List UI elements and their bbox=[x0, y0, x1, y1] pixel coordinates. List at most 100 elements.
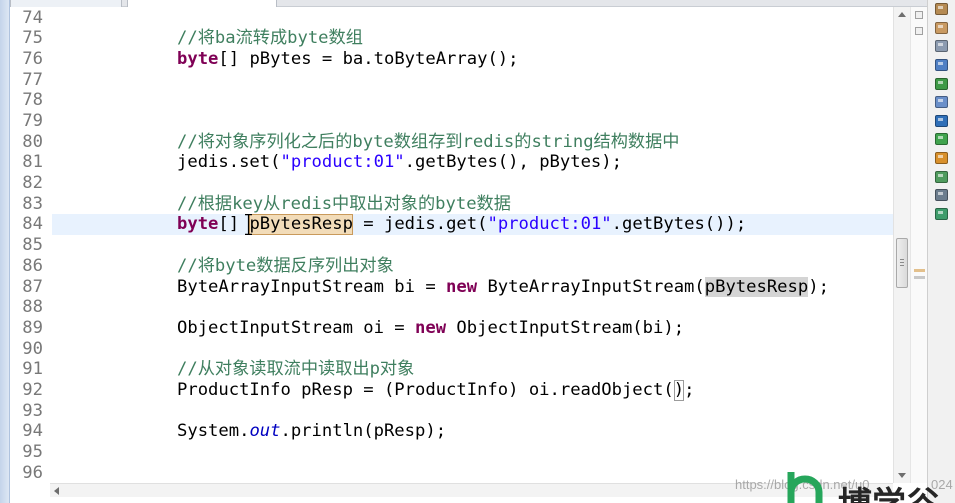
editor-tab-bar bbox=[10, 0, 927, 7]
gear-icon[interactable] bbox=[929, 167, 955, 186]
code-token: //将对象序列化之后的byte数组存到redis的string结构数据中 bbox=[177, 131, 680, 152]
outline-icon[interactable] bbox=[929, 37, 955, 56]
line-number: 96 bbox=[22, 462, 43, 483]
wrench-icon-glyph bbox=[935, 152, 948, 165]
mouse-ibeam-cursor bbox=[245, 214, 252, 235]
code-token: .getBytes(), pBytes); bbox=[404, 152, 622, 173]
line-number: 80 bbox=[22, 131, 43, 152]
code-token: ProductInfo pResp = (ProductInfo) oi.rea… bbox=[177, 379, 674, 400]
code-line[interactable]: System.out.println(pResp); bbox=[52, 421, 893, 442]
scroll-down-arrow-icon[interactable] bbox=[894, 467, 910, 483]
current-code-line[interactable]: byte[] pBytesResp = jedis.get("product:0… bbox=[52, 214, 893, 236]
side-view-toolbar bbox=[927, 0, 955, 503]
navigator-icon[interactable] bbox=[929, 19, 955, 38]
console-icon[interactable] bbox=[929, 112, 955, 131]
code-token: ByteArrayInputStream( bbox=[477, 276, 705, 297]
code-token: new bbox=[415, 317, 447, 338]
code-line[interactable]: //从对象读取流中读取出p对象 bbox=[52, 359, 893, 380]
editor-tab[interactable] bbox=[10, 0, 122, 7]
image-icon-glyph bbox=[935, 96, 948, 109]
vertical-scrollbar[interactable] bbox=[893, 7, 910, 483]
servers-icon[interactable] bbox=[929, 130, 955, 149]
code-token: "product:01" bbox=[280, 152, 405, 173]
line-number: 83 bbox=[22, 193, 43, 214]
code-token: jedis.set( bbox=[177, 152, 281, 173]
code-line[interactable] bbox=[52, 70, 893, 91]
occurrence-highlight: pBytesResp bbox=[704, 276, 809, 298]
overview-ruler[interactable] bbox=[910, 7, 927, 483]
deploy-icon-glyph bbox=[935, 207, 948, 220]
line-number: 81 bbox=[22, 152, 43, 173]
console-icon-glyph bbox=[935, 114, 948, 127]
code-line[interactable]: jedis.set("product:01".getBytes(), pByte… bbox=[52, 152, 893, 173]
code-line[interactable]: ObjectInputStream oi = new ObjectInputSt… bbox=[52, 318, 893, 339]
code-token: .println(pResp); bbox=[280, 421, 447, 442]
brand-logo-text: 博学谷 bbox=[838, 485, 953, 503]
deploy-icon[interactable] bbox=[929, 205, 955, 224]
overview-marker-icon[interactable] bbox=[915, 27, 923, 35]
line-number: 76 bbox=[22, 49, 43, 70]
editor-tab-active[interactable] bbox=[127, 0, 277, 7]
code-line[interactable] bbox=[52, 442, 893, 463]
code-token: new bbox=[446, 276, 478, 297]
code-token: //从对象读取流中读取出p对象 bbox=[177, 359, 415, 380]
line-number: 88 bbox=[22, 297, 43, 318]
code-editor[interactable]: //将ba流转成byte数组 byte[] pBytes = ba.toByteA… bbox=[52, 8, 893, 483]
line-number: 95 bbox=[22, 441, 43, 462]
gear-icon-glyph bbox=[935, 170, 948, 183]
overview-mark-write-occurrence[interactable] bbox=[914, 269, 925, 272]
scrollbar-thumb[interactable] bbox=[896, 238, 908, 288]
line-number: 91 bbox=[22, 359, 43, 380]
code-line[interactable] bbox=[52, 173, 893, 194]
code-line[interactable]: //将对象序列化之后的byte数组存到redis的string结构数据中 bbox=[52, 132, 893, 153]
bug-icon[interactable] bbox=[929, 186, 955, 205]
line-number: 75 bbox=[22, 28, 43, 49]
code-token: .getBytes()); bbox=[611, 214, 747, 235]
line-number: 93 bbox=[22, 400, 43, 421]
package-explorer-icon[interactable] bbox=[929, 0, 955, 19]
code-line[interactable] bbox=[52, 235, 893, 256]
code-line[interactable]: byte[] pBytes = ba.toByteArray(); bbox=[52, 49, 893, 70]
code-line[interactable] bbox=[52, 8, 893, 29]
occurrence-highlight: pBytesResp bbox=[249, 214, 353, 236]
code-line[interactable]: ProductInfo pResp = (ProductInfo) oi.rea… bbox=[52, 380, 893, 401]
wrench-icon[interactable] bbox=[929, 149, 955, 168]
code-token: "product:01" bbox=[487, 214, 612, 235]
scrollbar-grip bbox=[900, 259, 904, 260]
code-token: ; bbox=[684, 379, 695, 400]
image-icon[interactable] bbox=[929, 93, 955, 112]
code-line[interactable]: ByteArrayInputStream bi = new ByteArrayI… bbox=[52, 276, 893, 298]
annotation-summary-icon[interactable] bbox=[915, 11, 923, 19]
code-line[interactable] bbox=[52, 297, 893, 318]
code-token: = jedis.get( bbox=[352, 214, 488, 235]
code-line[interactable] bbox=[52, 401, 893, 422]
code-line[interactable] bbox=[52, 90, 893, 111]
code-token: System. bbox=[177, 421, 250, 442]
library-icon[interactable] bbox=[929, 74, 955, 93]
line-number: 85 bbox=[22, 235, 43, 256]
code-line[interactable] bbox=[52, 339, 893, 360]
type-hierarchy-icon[interactable] bbox=[929, 56, 955, 75]
code-token: ); bbox=[808, 276, 829, 297]
line-number: 79 bbox=[22, 111, 43, 132]
code-token: ByteArrayInputStream bi = bbox=[177, 276, 447, 297]
code-line[interactable]: //将ba流转成byte数组 bbox=[52, 28, 893, 49]
code-line[interactable] bbox=[52, 111, 893, 132]
scroll-left-arrow-icon[interactable] bbox=[54, 487, 59, 495]
code-token: //将ba流转成byte数组 bbox=[177, 28, 363, 49]
code-token: //将byte数据反序列出对象 bbox=[177, 255, 394, 276]
editor-active-border bbox=[0, 0, 10, 503]
line-number: 92 bbox=[22, 379, 43, 400]
code-token: ObjectInputStream oi = bbox=[177, 317, 415, 338]
overview-mark-occurrence[interactable] bbox=[914, 276, 925, 279]
line-number: 84 bbox=[22, 214, 43, 235]
scrollbar-grip bbox=[900, 262, 904, 263]
bracket-match: ) bbox=[673, 379, 685, 400]
code-line[interactable]: //根据key从redis中取出对象的byte数据 bbox=[52, 194, 893, 215]
code-line[interactable]: //将byte数据反序列出对象 bbox=[52, 256, 893, 277]
bug-icon-glyph bbox=[935, 189, 948, 202]
servers-icon-glyph bbox=[935, 133, 948, 146]
type-hierarchy-icon-glyph bbox=[935, 59, 948, 72]
code-token: //根据key从redis中取出对象的byte数据 bbox=[177, 193, 511, 214]
scroll-up-arrow-icon[interactable] bbox=[894, 7, 910, 23]
